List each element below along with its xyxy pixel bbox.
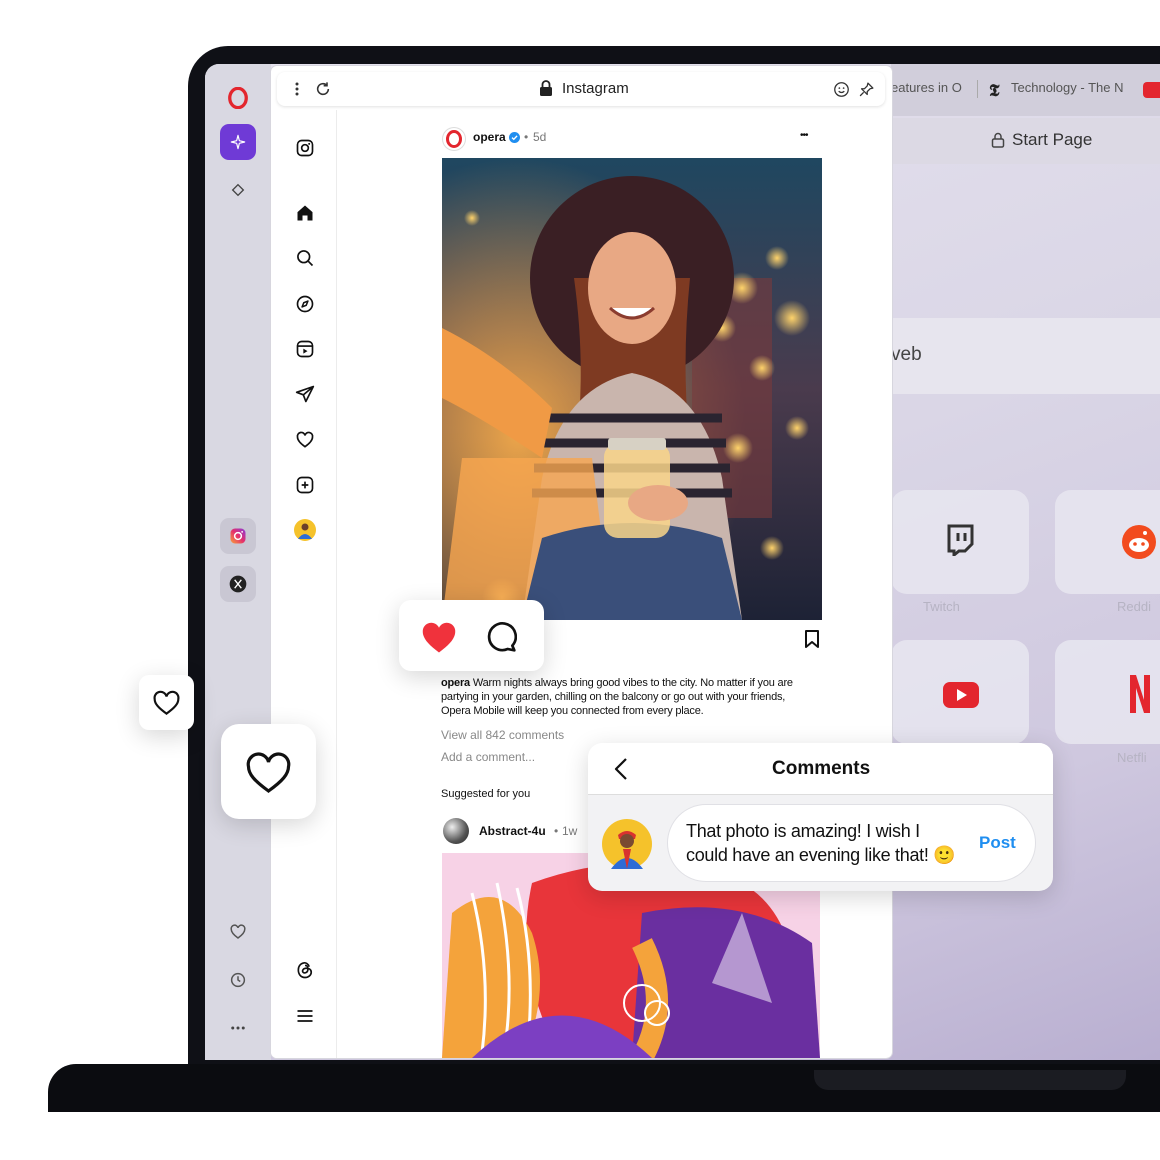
x-twitter-icon[interactable] (220, 566, 256, 602)
suggested-heading: Suggested for you (441, 788, 531, 800)
emoji-icon[interactable] (833, 81, 850, 98)
post-more-icon[interactable]: ••• (800, 130, 808, 141)
caption-text: Warm nights always bring good vibes to t… (441, 677, 793, 717)
background-tab-2[interactable]: Technology - The N (1011, 80, 1124, 95)
heart-icon (153, 690, 180, 715)
diamond-icon[interactable] (220, 172, 256, 208)
panel-menu-dots-icon[interactable] (295, 82, 299, 96)
netflix-icon (1130, 675, 1150, 713)
add-comment-input[interactable]: Add a comment... (441, 750, 535, 764)
speed-dial-label-reddit: Reddi (1117, 599, 1151, 614)
instagram-panel: Instagram opera • 5d ••• opera Warm nigh… (271, 66, 892, 1058)
suggested-username[interactable]: Abstract-4u (479, 824, 546, 838)
reload-icon[interactable] (315, 81, 331, 97)
speed-dial-youtube[interactable] (891, 640, 1029, 744)
speed-dial-label-twitch: Twitch (923, 599, 960, 614)
aria-sparkle-icon[interactable] (220, 124, 256, 160)
youtube-icon (943, 682, 979, 708)
post-comment-button[interactable]: Post (979, 833, 1016, 853)
comment-text: That photo is amazing! I wish I could ha… (686, 821, 956, 865)
instagram-icon[interactable] (293, 136, 317, 160)
search-fragment: veb (891, 344, 922, 365)
tab-divider (977, 80, 978, 98)
heart-icon[interactable] (220, 914, 256, 950)
post-caption: opera Warm nights always bring good vibe… (441, 676, 817, 718)
speed-dial-twitch[interactable] (891, 490, 1029, 594)
home-icon[interactable] (293, 201, 317, 225)
heart-icon[interactable] (293, 428, 317, 452)
search-icon[interactable] (293, 246, 317, 270)
menu-icon[interactable] (293, 1004, 317, 1028)
threads-icon[interactable] (293, 958, 317, 982)
background-tab-strip: eatures in O 𝕿 Technology - The N (891, 64, 1160, 116)
more-icon[interactable] (220, 1010, 256, 1046)
post-photo[interactable] (442, 158, 822, 620)
opera-logo-icon[interactable] (220, 80, 256, 116)
heart-filled-icon[interactable] (420, 620, 458, 654)
large-heart-card[interactable] (221, 724, 316, 819)
explore-icon[interactable] (293, 292, 317, 316)
profile-avatar[interactable] (293, 518, 317, 542)
background-address-bar[interactable]: Start Page (891, 118, 1160, 164)
panel-title: Instagram (562, 80, 629, 97)
commenter-avatar[interactable] (602, 819, 652, 869)
instagram-icon[interactable] (220, 518, 256, 554)
nyt-logo-icon: 𝕿 (989, 81, 1000, 100)
reels-icon[interactable] (293, 337, 317, 361)
speed-dial-netflix[interactable] (1055, 640, 1160, 744)
post-avatar[interactable] (443, 128, 465, 150)
comments-header: Comments (588, 743, 1053, 795)
youtube-tab-icon (1143, 82, 1160, 98)
back-chevron-icon[interactable] (614, 757, 628, 781)
opera-sidebar (205, 64, 271, 1060)
laptop-notch (814, 1070, 1126, 1090)
post-username[interactable]: opera (473, 130, 506, 144)
suggested-avatar[interactable] (443, 818, 469, 844)
background-tab-1[interactable]: eatures in O (891, 80, 962, 95)
suggested-age: 1w (562, 824, 578, 838)
twitch-icon (947, 524, 974, 556)
comment-input[interactable]: That photo is amazing! I wish I could ha… (668, 805, 1035, 881)
small-heart-card[interactable] (139, 675, 194, 730)
start-page-label: Start Page (1012, 130, 1093, 149)
like-comment-card (399, 600, 544, 671)
create-icon[interactable] (293, 473, 317, 497)
speed-dial-reddit[interactable] (1055, 490, 1160, 594)
lock-icon (540, 80, 552, 96)
caption-username[interactable]: opera (441, 677, 470, 689)
view-all-comments-link[interactable]: View all 842 comments (441, 728, 564, 742)
suggested-dot: • (554, 824, 559, 838)
speed-dial-label-netflix: Netfli (1117, 750, 1147, 765)
instagram-nav (271, 110, 337, 1058)
comment-icon[interactable] (485, 621, 517, 653)
post-dot: • (524, 130, 529, 144)
background-search-box[interactable]: veb (891, 318, 1160, 394)
reddit-icon (1122, 525, 1156, 559)
lock-icon (991, 132, 1005, 148)
comments-card: Comments That photo is amazing! I wish I… (588, 743, 1053, 891)
pin-icon[interactable] (858, 81, 875, 98)
bookmark-icon[interactable] (804, 630, 820, 648)
verified-badge-icon (509, 132, 520, 143)
post-age: 5d (533, 130, 547, 144)
heart-icon (246, 752, 291, 793)
clock-icon[interactable] (220, 962, 256, 998)
comments-title: Comments (772, 758, 871, 779)
send-icon[interactable] (293, 382, 317, 406)
panel-address-bar: Instagram (277, 72, 885, 106)
